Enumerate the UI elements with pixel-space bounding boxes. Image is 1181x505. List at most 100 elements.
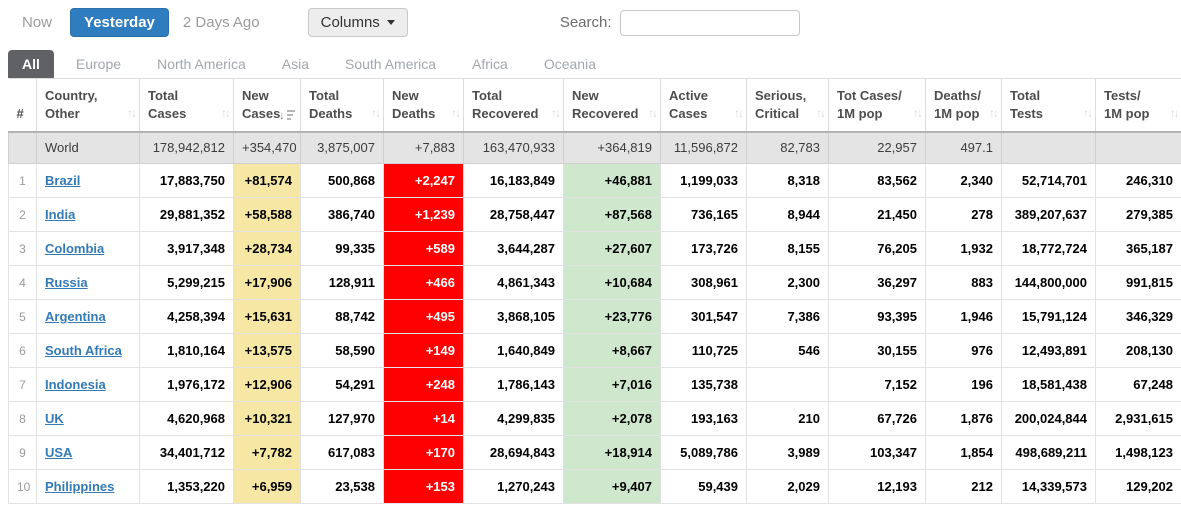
country-link[interactable]: Philippines: [45, 479, 114, 494]
column-header-deaths-1m-pop[interactable]: Deaths/1M pop ↑↓: [925, 78, 1002, 133]
cell-serious-critical: 546: [746, 333, 829, 368]
cell-total-cases: 3,917,348: [139, 231, 234, 266]
cell-rank: [8, 131, 37, 164]
cell-tot-cases-1m: 93,395: [828, 299, 926, 334]
cell-new-cases: +15,631: [233, 299, 301, 334]
cell-tot-cases-1m: 103,347: [828, 435, 926, 470]
tab-europe[interactable]: Europe: [62, 50, 135, 78]
column-header-total-recovered[interactable]: Total Recovered ↑↓: [463, 78, 564, 133]
now-button[interactable]: Now: [12, 9, 62, 36]
cell-tests-1m: 67,248: [1095, 367, 1181, 402]
cell-new-deaths: +2,247: [383, 163, 464, 198]
cell-new-recovered: +18,914: [563, 435, 661, 470]
cell-country: South Africa: [36, 333, 140, 368]
cell-total-deaths: 23,538: [300, 469, 384, 504]
cell-active-cases: 736,165: [660, 197, 747, 232]
cell-deaths-1m: 976: [925, 333, 1002, 368]
sort-both-icon: ↑↓: [451, 106, 461, 121]
column-header-total-cases[interactable]: Total Cases ↑↓: [139, 78, 234, 133]
cell-rank: 10: [8, 469, 37, 504]
column-header-label: Total Recovered: [472, 88, 539, 121]
cell-new-recovered: +9,407: [563, 469, 661, 504]
table-row-argentina: 5 Argentina 4,258,394 +15,631 88,742 +495 3,86…: [8, 299, 1181, 334]
tab-oceania[interactable]: Oceania: [530, 50, 610, 78]
cell-rank: 9: [8, 435, 37, 470]
cell-total-cases: 17,883,750: [139, 163, 234, 198]
cell-country: Russia: [36, 265, 140, 300]
cell-new-deaths: +589: [383, 231, 464, 266]
cell-total-recovered: 4,861,343: [463, 265, 564, 300]
tab-africa[interactable]: Africa: [458, 50, 522, 78]
cell-tests-1m: 246,310: [1095, 163, 1181, 198]
cell-active-cases: 301,547: [660, 299, 747, 334]
country-link[interactable]: USA: [45, 445, 72, 460]
cell-total-recovered: 3,644,287: [463, 231, 564, 266]
cell-country: UK: [36, 401, 140, 436]
column-header-new-recovered[interactable]: New Recovered ↑↓: [563, 78, 661, 133]
search-input[interactable]: [619, 9, 800, 36]
column-header-total-tests[interactable]: Total Tests ↑↓: [1001, 78, 1096, 133]
yesterday-button[interactable]: Yesterday: [70, 8, 169, 37]
cell-total-recovered: 4,299,835: [463, 401, 564, 436]
cell-new-deaths: +248: [383, 367, 464, 402]
column-header-tests-1m-pop[interactable]: Tests/1M pop ↑↓: [1095, 78, 1181, 133]
country-link[interactable]: Brazil: [45, 173, 80, 188]
cell-total-cases: 178,942,812: [139, 131, 234, 164]
cell-new-cases: +10,321: [233, 401, 301, 436]
column-header-tot-cases-1m-pop[interactable]: Tot Cases/1M pop ↑↓: [828, 78, 926, 133]
cell-new-deaths: +14: [383, 401, 464, 436]
cell-serious-critical: 2,029: [746, 469, 829, 504]
cell-country: World: [36, 131, 140, 164]
cell-deaths-1m: 1,854: [925, 435, 1002, 470]
cell-active-cases: 135,738: [660, 367, 747, 402]
cell-country: Brazil: [36, 163, 140, 198]
country-link[interactable]: Russia: [45, 275, 88, 290]
country-link[interactable]: South Africa: [45, 343, 122, 358]
cell-deaths-1m: 1,946: [925, 299, 1002, 334]
column-header-new-cases[interactable]: New Cases ↓: [233, 78, 301, 133]
cell-deaths-1m: 1,876: [925, 401, 1002, 436]
cell-total-tests: 200,024,844: [1001, 401, 1096, 436]
columns-dropdown-button[interactable]: Columns: [307, 8, 408, 37]
cell-total-tests: 12,493,891: [1001, 333, 1096, 368]
table-row-south-africa: 6 South Africa 1,810,164 +13,575 58,590 +149 1…: [8, 333, 1181, 368]
cell-total-cases: 5,299,215: [139, 265, 234, 300]
column-header-label: Tot Cases/1M pop: [837, 88, 902, 121]
country-link[interactable]: UK: [45, 411, 64, 426]
cell-active-cases: 308,961: [660, 265, 747, 300]
cell-new-cases: +6,959: [233, 469, 301, 504]
column-header-total-deaths[interactable]: Total Deaths ↑↓: [300, 78, 384, 133]
cell-serious-critical: 2,300: [746, 265, 829, 300]
cell-new-recovered: +87,568: [563, 197, 661, 232]
table-row-indonesia: 7 Indonesia 1,976,172 +12,906 54,291 +248 1,78…: [8, 367, 1181, 402]
country-link[interactable]: Colombia: [45, 241, 104, 256]
cell-new-deaths: +149: [383, 333, 464, 368]
country-link[interactable]: Indonesia: [45, 377, 106, 392]
tab-all[interactable]: All: [8, 50, 54, 78]
cell-tot-cases-1m: 12,193: [828, 469, 926, 504]
cell-active-cases: 110,725: [660, 333, 747, 368]
country-link[interactable]: India: [45, 207, 75, 222]
cell-tests-1m: 279,385: [1095, 197, 1181, 232]
table-row-india: 2 India 29,881,352 +58,588 386,740 +1,239 28,7…: [8, 197, 1181, 232]
cell-total-cases: 1,353,220: [139, 469, 234, 504]
column-header-active-cases[interactable]: Active Cases ↑↓: [660, 78, 747, 133]
country-link[interactable]: Argentina: [45, 309, 106, 324]
cell-rank: 1: [8, 163, 37, 198]
tab-south-america[interactable]: South America: [331, 50, 450, 78]
cell-total-deaths: 617,083: [300, 435, 384, 470]
cell-tot-cases-1m: 83,562: [828, 163, 926, 198]
column-header-new-deaths[interactable]: New Deaths ↑↓: [383, 78, 464, 133]
two-days-ago-button[interactable]: 2 Days Ago: [173, 9, 270, 36]
tab-asia[interactable]: Asia: [268, 50, 323, 78]
cell-tot-cases-1m: 30,155: [828, 333, 926, 368]
column-header-label: Total Cases: [148, 88, 187, 121]
column-header-country-other[interactable]: Country, Other ↑↓: [36, 78, 140, 133]
cell-active-cases: 59,439: [660, 469, 747, 504]
toolbar: Now Yesterday 2 Days Ago Columns Search:: [8, 0, 1181, 40]
search-label: Search:: [559, 14, 612, 31]
tab-north-america[interactable]: North America: [143, 50, 260, 78]
column-header-serious-critical[interactable]: Serious, Critical ↑↓: [746, 78, 829, 133]
cell-tests-1m: 991,815: [1095, 265, 1181, 300]
cell-new-deaths: +495: [383, 299, 464, 334]
